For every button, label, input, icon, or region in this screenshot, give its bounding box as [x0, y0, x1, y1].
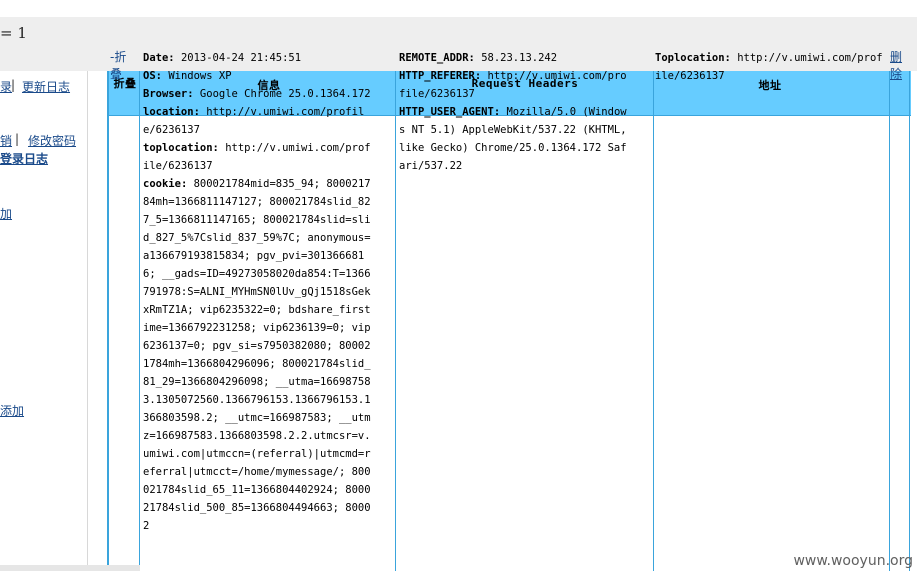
sidebar-separator-2: |: [15, 132, 20, 146]
info-toplocation: toplocation: http://v.umiwi.com/profile/…: [143, 142, 371, 172]
change-password-link[interactable]: 修改密码: [28, 132, 76, 149]
fold-link[interactable]: -折叠: [110, 49, 132, 83]
info-browser: Browser: Google Chrome 25.0.1364.172: [143, 88, 371, 100]
info-date: Date: 2013-04-24 21:45:51: [143, 52, 302, 64]
column-divider: [395, 71, 396, 571]
info-cell: Date: 2013-04-24 21:45:51 OS: Windows XP…: [143, 49, 373, 535]
column-divider: [889, 71, 890, 571]
page-count: = 1: [0, 24, 27, 42]
delete-link[interactable]: 删除: [890, 49, 906, 83]
info-location: location: http://v.umiwi.com/profile/623…: [143, 106, 365, 136]
request-headers-cell: REMOTE_ADDR: 58.23.13.242 HTTP_REFERER: …: [399, 49, 630, 175]
address-toplocation: Toplocation: http://v.umiwi.com/profile/…: [655, 52, 883, 82]
header-user-agent: HTTP_USER_AGENT: Mozilla/5.0 (Windows NT…: [399, 106, 627, 172]
column-divider: [909, 71, 910, 571]
column-divider: [139, 71, 140, 571]
changelog-link[interactable]: 更新日志: [22, 78, 70, 95]
address-cell: Toplocation: http://v.umiwi.com/profile/…: [655, 49, 885, 85]
add-link-2[interactable]: 添加: [0, 402, 24, 419]
add-link-1[interactable]: 加: [0, 205, 12, 222]
logout-link[interactable]: 销: [0, 132, 12, 149]
info-os: OS: Windows XP: [143, 70, 232, 82]
column-divider: [653, 71, 654, 571]
sidebar-separator: |: [11, 78, 16, 92]
sidebar: 录 | 更新日志 销 | 修改密码 登录日志 加 添加: [0, 71, 88, 571]
info-cookie: cookie: 800021784mid=835_94; 800021784mh…: [143, 178, 371, 532]
header-remote-addr: REMOTE_ADDR: 58.23.13.242: [399, 52, 558, 64]
watermark: www.wooyun.org: [793, 553, 913, 569]
horizontal-scrollbar[interactable]: [0, 565, 140, 571]
header-http-referer: HTTP_REFERER: http://v.umiwi.com/profile…: [399, 70, 627, 100]
login-log-link[interactable]: 登录日志: [0, 150, 48, 167]
